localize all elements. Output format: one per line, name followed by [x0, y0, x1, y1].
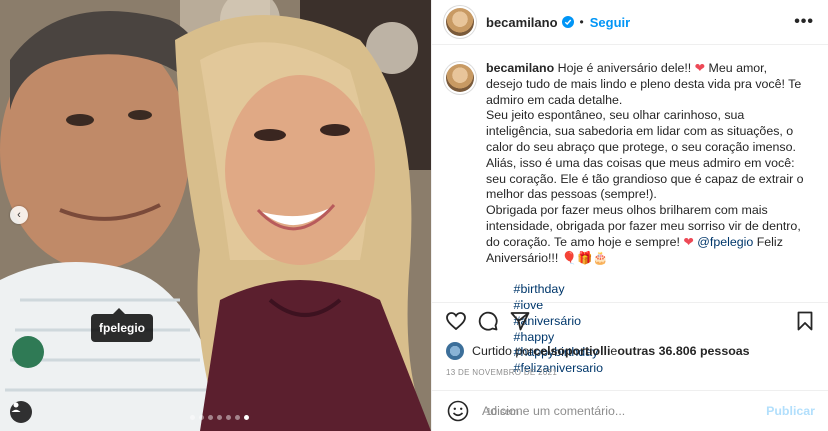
share-icon	[510, 311, 530, 330]
caption-line-2: Seu jeito espontâneo, seu olhar carinhos…	[486, 108, 807, 202]
carousel-dot	[199, 415, 204, 420]
verified-badge-icon	[561, 16, 574, 28]
post-header: becamilano • Seguir •••	[432, 0, 828, 45]
follow-button[interactable]: Seguir	[590, 15, 630, 30]
carousel-dot	[235, 415, 240, 420]
separator: •	[579, 15, 584, 29]
heart-icon	[446, 311, 466, 330]
likes-summary: Curtido por celsoportiolli e outras 36.8…	[446, 342, 750, 360]
comment-button[interactable]	[476, 309, 500, 333]
photo-illustration	[0, 0, 431, 431]
party-emojis: 🎈🎁🎂	[561, 250, 609, 265]
chevron-left-icon: ‹	[17, 209, 21, 221]
hashtag[interactable]: #birthday	[514, 282, 565, 296]
post-media[interactable]: ‹ fpelegio	[0, 0, 431, 431]
caption-area: becamilano Hoje é aniversário dele!! ❤ M…	[432, 45, 828, 418]
caption-line-3: Obrigada por fazer meus olhos brilharem …	[486, 203, 806, 266]
heart-emoji-2: ❤	[683, 234, 694, 249]
heart-emoji: ❤	[694, 61, 706, 75]
like-button[interactable]	[444, 309, 468, 333]
author-avatar[interactable]	[446, 8, 474, 36]
bookmark-icon	[797, 311, 813, 330]
more-options-icon[interactable]: •••	[794, 13, 814, 31]
caption-author-avatar[interactable]	[446, 64, 474, 92]
caption: becamilano Hoje é aniversário dele!! ❤ M…	[486, 61, 807, 418]
share-button[interactable]	[508, 309, 532, 333]
liker-username[interactable]: celsoportiolli	[533, 344, 610, 358]
carousel-indicator	[0, 415, 431, 420]
likes-middle: e	[610, 344, 618, 358]
user-tag[interactable]: fpelegio	[91, 308, 154, 342]
author-username[interactable]: becamilano	[486, 15, 558, 30]
caption-author-username[interactable]: becamilano	[486, 61, 554, 75]
emoji-button[interactable]	[446, 399, 470, 423]
carousel-dot	[217, 415, 222, 420]
comment-input[interactable]	[482, 404, 759, 418]
comment-bar: Publicar	[432, 390, 828, 431]
liker-avatar[interactable]	[446, 342, 464, 360]
carousel-dot	[226, 415, 231, 420]
likes-others[interactable]: outras 36.806 pessoas	[617, 344, 749, 358]
post-actions	[432, 302, 828, 338]
comment-icon	[478, 311, 498, 331]
likes-prefix: Curtido por	[472, 344, 534, 358]
publish-button[interactable]: Publicar	[766, 404, 815, 418]
save-button[interactable]	[793, 309, 817, 333]
caption-text-1: Hoje é aniversário dele!!	[554, 61, 695, 75]
emoji-icon	[447, 400, 469, 422]
caption-mention[interactable]: @fpelegio	[697, 235, 753, 249]
tag-people-icon	[11, 402, 21, 412]
carousel-dot	[208, 415, 213, 420]
carousel-dot	[244, 415, 249, 420]
caption-line-1: becamilano Hoje é aniversário dele!! ❤ M…	[486, 61, 806, 108]
post-date[interactable]: 13 DE NOVEMBRO DE 2021	[446, 368, 557, 377]
post-details-panel: becamilano • Seguir ••• becamilano Hoje …	[431, 0, 828, 431]
carousel-prev-button[interactable]: ‹	[10, 206, 28, 224]
carousel-dot	[190, 415, 195, 420]
